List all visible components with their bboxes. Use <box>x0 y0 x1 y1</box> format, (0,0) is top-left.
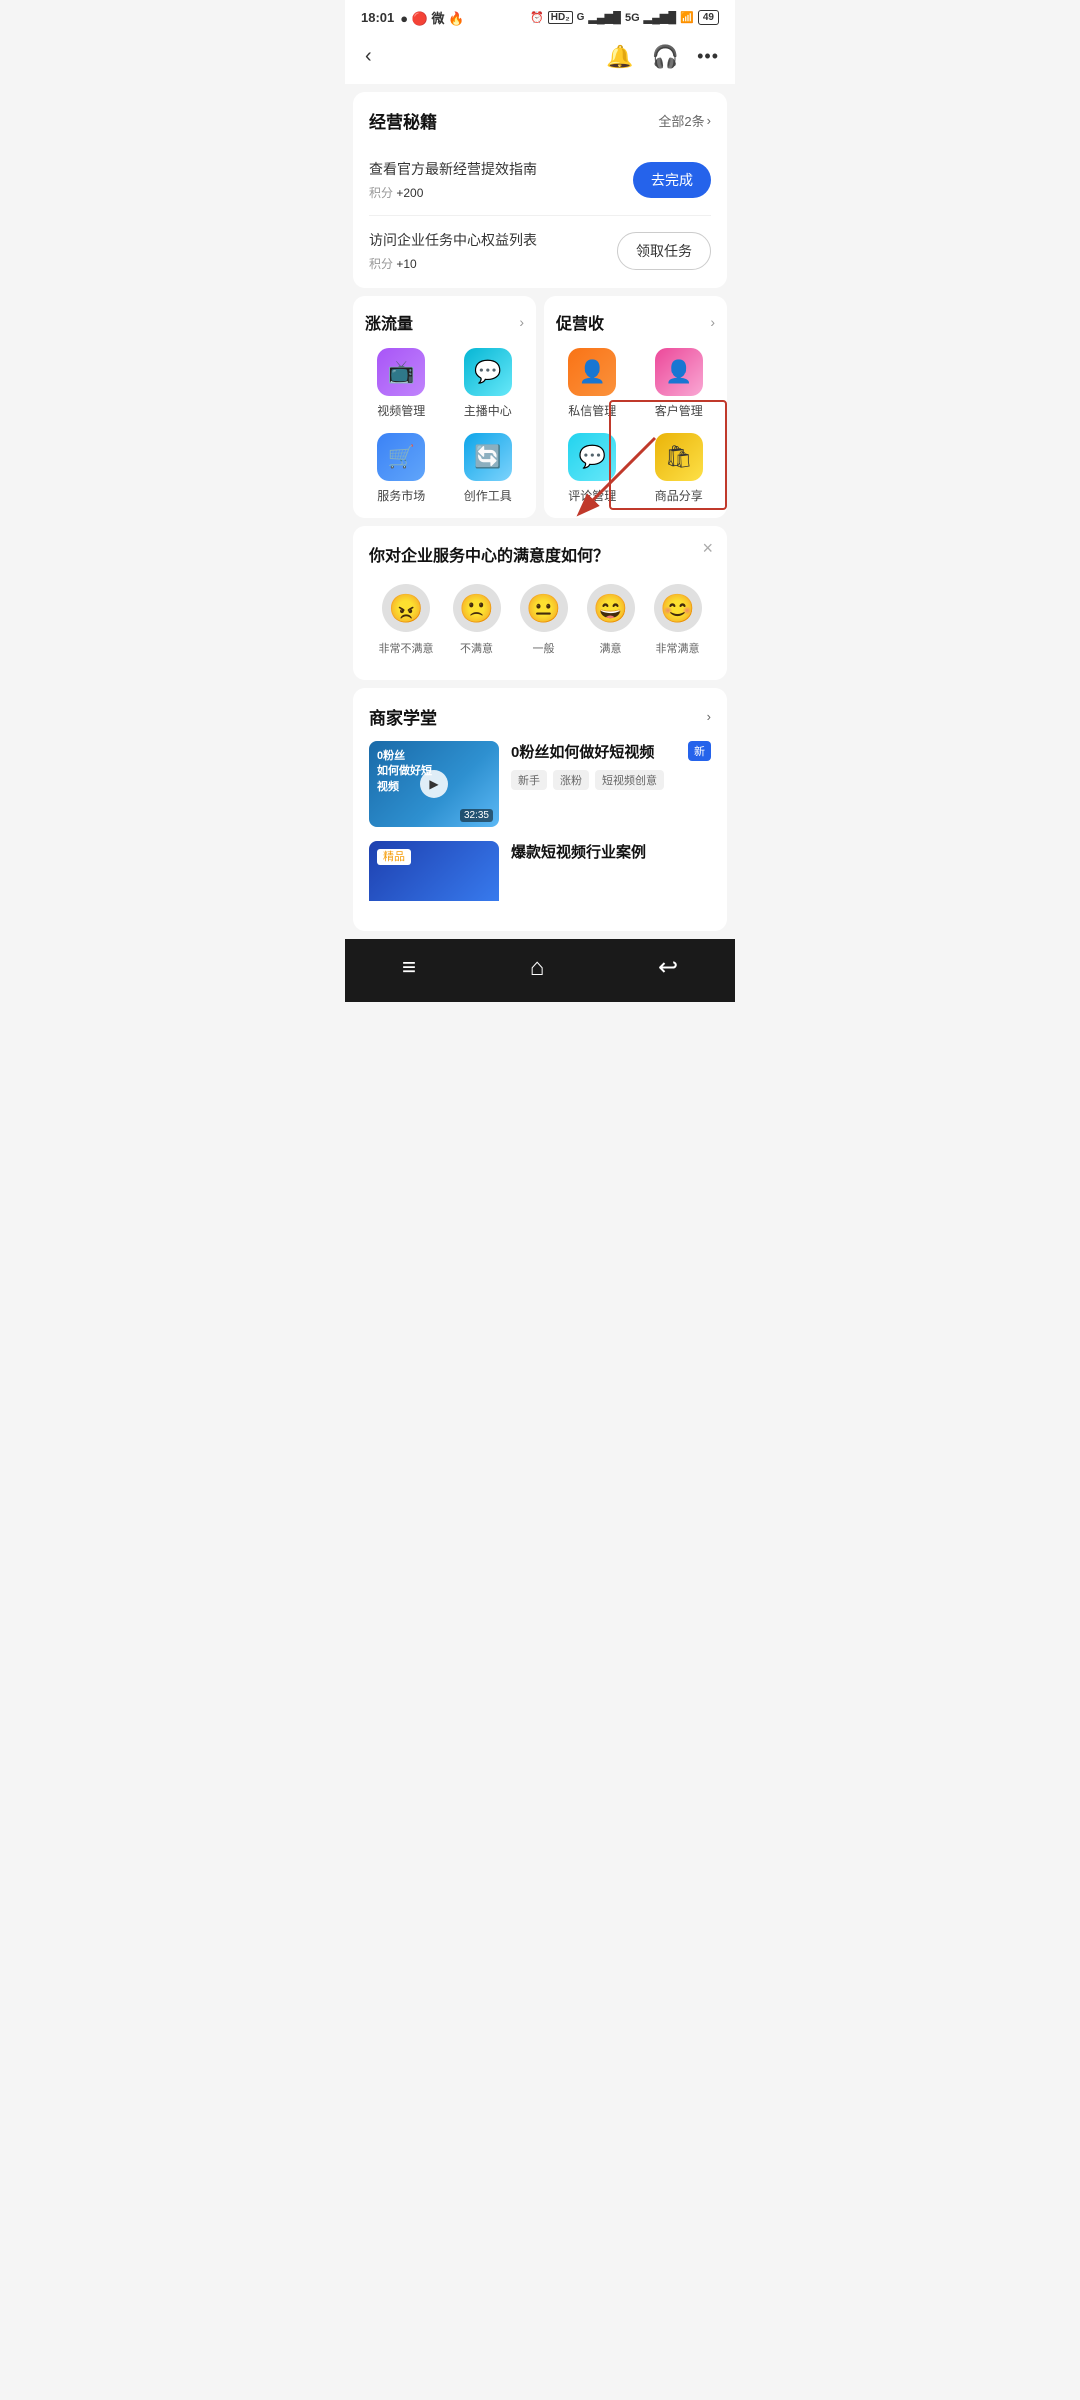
two-col-section: 涨流量 › 📺 视频管理 💬 主播中心 <box>345 296 735 518</box>
more-options-button[interactable]: ••• <box>697 46 719 67</box>
rating-very-unsatisfied[interactable]: 😠 非常不满意 <box>379 584 434 656</box>
nav-menu-icon[interactable]: ≡ <box>402 954 416 982</box>
task-item-1: 查看官方最新经营提效指南 积分 +200 去完成 <box>369 145 711 216</box>
yingshou-item-customer[interactable]: 👤 客户管理 <box>643 348 716 419</box>
thumb-badge-premium: 精品 <box>377 849 411 865</box>
yingshou-item-private-msg[interactable]: 👤 私信管理 <box>556 348 629 419</box>
satisfaction-survey: × 你对企业服务中心的满意度如何？ 😠 非常不满意 🙁 不满意 😐 一般 😄 满… <box>353 526 727 680</box>
task-points-2: 积分 +10 <box>369 255 537 272</box>
yingshou-more-icon[interactable]: › <box>710 314 715 330</box>
task-points-1: 积分 +200 <box>369 184 537 201</box>
tag-short-video: 短视频创意 <box>595 770 664 790</box>
jingying-card: 经营秘籍 全部2条 › 查看官方最新经营提效指南 积分 +200 去完成 访问企… <box>353 92 727 288</box>
yingshou-card: 促营收 › 👤 私信管理 👤 客户管理 <box>544 296 727 518</box>
video-title-1: 0粉丝如何做好短视频 <box>511 741 680 762</box>
liuliang-card: 涨流量 › 📺 视频管理 💬 主播中心 <box>353 296 536 518</box>
yingshou-item-comment[interactable]: 💬 评论管理 <box>556 433 629 504</box>
feature-grid: 涨流量 › 📺 视频管理 💬 主播中心 <box>353 296 727 518</box>
task-claim-button-2[interactable]: 领取任务 <box>617 232 711 270</box>
liuliang-icon-grid: 📺 视频管理 💬 主播中心 🛒 服务市场 <box>365 348 524 504</box>
nav-home-icon[interactable]: ⌂ <box>530 954 545 982</box>
video-badge-new-1: 新 <box>688 741 711 761</box>
yingshou-item-product-share[interactable]: 🛍 商品分享 <box>643 433 716 504</box>
emoji-rating-row: 😠 非常不满意 🙁 不满意 😐 一般 😄 满意 😊 非常满意 <box>369 584 711 656</box>
header: ‹ 🔔 🎧 ••• <box>345 31 735 84</box>
task-name-1: 查看官方最新经营提效指南 <box>369 159 537 179</box>
bottom-nav: ≡ ⌂ ↩ <box>345 939 735 1002</box>
tag-beginner: 新手 <box>511 770 547 790</box>
rating-unsatisfied[interactable]: 🙁 不满意 <box>453 584 501 656</box>
video-title-2: 爆款短视频行业案例 <box>511 841 711 862</box>
tag-fans: 涨粉 <box>553 770 589 790</box>
rating-very-satisfied[interactable]: 😊 非常满意 <box>654 584 702 656</box>
yingshou-icon-grid: 👤 私信管理 👤 客户管理 💬 评论管理 <box>556 348 715 504</box>
status-app-icons: ● 🔴 微 🔥 <box>400 8 464 27</box>
back-button[interactable]: ‹ <box>361 41 376 72</box>
liuliang-item-service[interactable]: 🛒 服务市场 <box>365 433 438 504</box>
task-item-2: 访问企业任务中心权益列表 积分 +10 领取任务 <box>369 216 711 272</box>
status-time: 18:01 <box>361 10 394 25</box>
status-time-area: 18:01 ● 🔴 微 🔥 <box>361 8 464 27</box>
school-more-link[interactable]: › <box>707 709 711 724</box>
nav-back-icon[interactable]: ↩ <box>658 953 678 982</box>
task-complete-button-1[interactable]: 去完成 <box>633 162 711 198</box>
video-tags-1: 新手 涨粉 短视频创意 <box>511 770 711 790</box>
video-duration-1: 32:35 <box>460 809 493 822</box>
status-bar: 18:01 ● 🔴 微 🔥 ⏰ HD₂ G ▂▄▆█ 5G ▂▄▆█ 📶 49 <box>345 0 735 31</box>
video-thumb-1: 0粉丝如何做好短视频 ▶ 32:35 <box>369 741 499 827</box>
jingying-title: 经营秘籍 <box>369 108 437 133</box>
survey-title: 你对企业服务中心的满意度如何？ <box>369 542 711 566</box>
merchant-school-section: 商家学堂 › 0粉丝如何做好短视频 ▶ 32:35 0粉丝如何做好短视频 新 新… <box>353 688 727 931</box>
rating-satisfied[interactable]: 😄 满意 <box>587 584 635 656</box>
liuliang-item-video[interactable]: 📺 视频管理 <box>365 348 438 419</box>
status-right-icons: ⏰ HD₂ G ▂▄▆█ 5G ▂▄▆█ 📶 49 <box>530 10 719 25</box>
task-name-2: 访问企业任务中心权益列表 <box>369 230 537 250</box>
liuliang-title: 涨流量 <box>365 310 413 334</box>
rating-neutral[interactable]: 😐 一般 <box>520 584 568 656</box>
headset-icon[interactable]: 🎧 <box>652 44 679 70</box>
liuliang-item-create[interactable]: 🔄 创作工具 <box>452 433 525 504</box>
header-right: 🔔 🎧 ••• <box>606 44 719 70</box>
yingshou-title: 促营收 <box>556 310 604 334</box>
header-left: ‹ <box>361 41 376 72</box>
school-header: 商家学堂 › <box>369 704 711 729</box>
jingying-header: 经营秘籍 全部2条 › <box>369 108 711 133</box>
survey-close-button[interactable]: × <box>702 538 713 559</box>
video-thumb-2: 精品 <box>369 841 499 901</box>
liuliang-item-anchor[interactable]: 💬 主播中心 <box>452 348 525 419</box>
school-title: 商家学堂 <box>369 704 437 729</box>
video-item-1[interactable]: 0粉丝如何做好短视频 ▶ 32:35 0粉丝如何做好短视频 新 新手 涨粉 短视… <box>369 741 711 827</box>
video-item-2[interactable]: 精品 爆款短视频行业案例 <box>369 841 711 901</box>
notification-bell-icon[interactable]: 🔔 <box>606 44 633 70</box>
jingying-more-link[interactable]: 全部2条 › <box>658 111 711 130</box>
liuliang-more-icon[interactable]: › <box>519 314 524 330</box>
